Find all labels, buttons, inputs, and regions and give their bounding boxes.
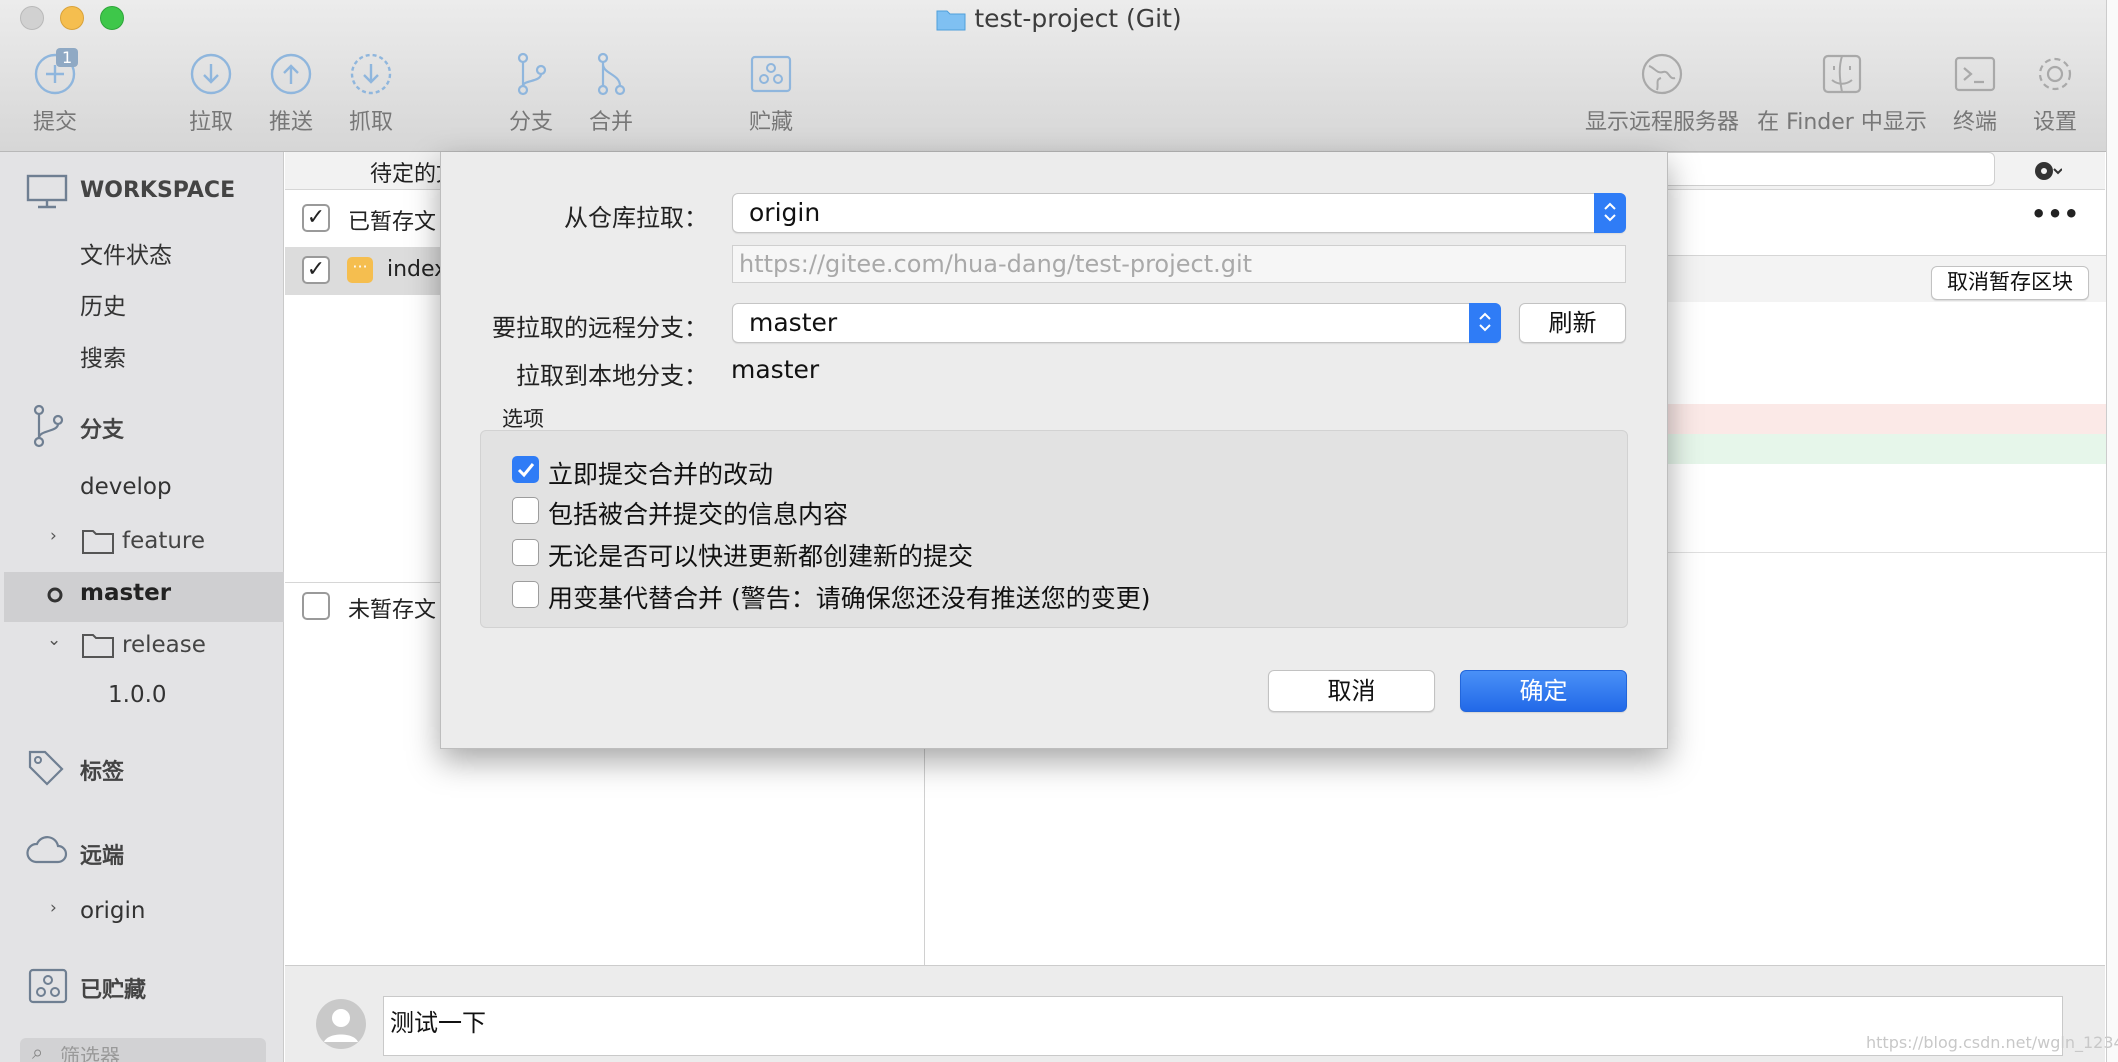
commit-merged-changes-label: 立即提交合并的改动 — [548, 460, 774, 489]
more-menu-icon[interactable]: ••• — [2031, 200, 2080, 228]
folder-icon — [936, 10, 966, 31]
show-remote-label: 显示远程服务器 — [1584, 110, 1739, 135]
ok-button[interactable]: 确定 — [1460, 670, 1627, 712]
gear-menu-icon[interactable] — [2030, 156, 2062, 186]
arrow-down-circle-icon — [190, 53, 232, 95]
stash-toolbar-button[interactable]: 贮藏 — [716, 50, 826, 136]
sidebar-item-file-status[interactable]: 文件状态 — [80, 236, 172, 270]
remote-repo-label: 从仓库拉取： — [564, 204, 708, 232]
commit-message-input[interactable]: 测试一下 — [383, 996, 2063, 1056]
commit-label: 提交 — [32, 110, 77, 135]
chevron-right-icon[interactable]: › — [50, 526, 57, 546]
branch-icon — [33, 404, 64, 448]
sidebar-folder-feature[interactable]: feature — [122, 528, 205, 554]
dashed-arrow-down-circle-icon — [350, 53, 392, 95]
sidebar-remote-origin[interactable]: origin — [80, 898, 146, 924]
settings-toolbar-button[interactable]: 设置 — [2000, 50, 2110, 136]
stash-icon — [750, 55, 792, 93]
rebase-instead-label: 用变基代替合并 (警告：请确保您还没有推送您的变更) — [548, 584, 1151, 613]
remote-repo-select[interactable]: origin — [732, 193, 1626, 233]
fetch-toolbar-button[interactable]: 抓取 — [316, 50, 426, 136]
unstaged-files-checkbox[interactable] — [302, 592, 330, 620]
folder-icon — [82, 530, 114, 554]
local-branch-value: master — [731, 355, 820, 384]
commit-toolbar-button[interactable]: 1 提交 — [0, 48, 110, 136]
always-create-commit-label: 无论是否可以快进更新都创建新的提交 — [548, 542, 974, 571]
merge-icon — [597, 52, 626, 96]
include-merged-messages-label: 包括被合并提交的信息内容 — [548, 500, 849, 529]
show-remote-toolbar-button[interactable]: 显示远程服务器 — [1562, 50, 1762, 136]
gear-icon — [2038, 57, 2072, 91]
watermark: https://blog.csdn.net/wgln_123456 — [1866, 1033, 2118, 1052]
commit-merged-changes-checkbox[interactable] — [512, 456, 539, 483]
stash-icon — [28, 968, 68, 1004]
monitor-icon — [26, 174, 68, 209]
sidebar-branch-release-1-0-0[interactable]: 1.0.0 — [108, 682, 167, 708]
staged-file-name[interactable]: index — [387, 257, 447, 282]
fetch-label: 抓取 — [348, 110, 393, 135]
modified-file-icon: ··· — [347, 257, 373, 283]
finder-icon — [1822, 54, 1862, 94]
search-icon: ⌕ — [32, 1040, 44, 1062]
chevron-down-icon[interactable]: ⌄ — [47, 630, 61, 650]
cancel-button[interactable]: 取消 — [1268, 670, 1435, 712]
folder-icon — [82, 634, 114, 658]
sidebar-item-search[interactable]: 搜索 — [80, 339, 126, 373]
select-stepper-icon — [1469, 303, 1501, 343]
always-create-commit-checkbox[interactable] — [512, 539, 539, 566]
commit-area: 测试一下 — [285, 965, 2105, 1062]
options-title: 选项 — [502, 407, 544, 431]
sidebar-filter-placeholder: 筛选器 — [60, 1044, 120, 1062]
remote-branch-label: 要拉取的远程分支： — [492, 314, 708, 342]
sidebar-folder-release[interactable]: release — [122, 632, 206, 658]
merge-toolbar-button[interactable]: 合并 — [556, 50, 666, 136]
checkmark-icon — [517, 463, 534, 478]
select-stepper-icon — [1594, 193, 1626, 233]
background-window-edge — [2106, 0, 2118, 1062]
arrow-up-circle-icon — [270, 53, 312, 95]
staged-file-checkbox[interactable]: ✓ — [302, 256, 330, 284]
tag-icon — [28, 750, 64, 786]
avatar — [316, 999, 366, 1049]
remote-branch-select[interactable]: master — [732, 303, 1501, 343]
sidebar-item-history[interactable]: 历史 — [80, 287, 126, 321]
commit-count-badge: 1 — [56, 48, 79, 67]
unstaged-files-label: 未暂存文 — [348, 598, 437, 623]
show-in-finder-toolbar-button[interactable]: 在 Finder 中显示 — [1742, 50, 1942, 136]
window-title: test-project (Git) — [0, 4, 2118, 33]
rebase-instead-checkbox[interactable] — [512, 581, 539, 608]
local-branch-label: 拉取到本地分支： — [516, 362, 708, 390]
staged-files-checkbox[interactable]: ✓ — [302, 204, 330, 232]
sidebar-branch-develop[interactable]: develop — [80, 474, 172, 500]
show-in-finder-label: 在 Finder 中显示 — [1757, 110, 1927, 135]
stash-label: 贮藏 — [748, 110, 793, 135]
remote-url-field: https://gitee.com/hua-dang/test-project.… — [732, 245, 1626, 283]
current-branch-indicator-icon — [47, 587, 63, 603]
globe-icon — [1641, 53, 1683, 95]
cloud-icon — [26, 836, 68, 864]
include-merged-messages-checkbox[interactable] — [512, 497, 539, 524]
staged-files-label: 已暂存文 — [348, 210, 437, 235]
settings-label: 设置 — [2032, 110, 2077, 135]
unstage-hunk-button[interactable]: 取消暂存区块 — [1931, 266, 2089, 300]
branch-icon — [517, 52, 547, 96]
chevron-right-icon[interactable]: › — [50, 898, 57, 918]
merge-label: 合并 — [588, 110, 633, 135]
sidebar-filter-field[interactable]: ⌕ 筛选器 — [20, 1038, 266, 1062]
terminal-icon — [1954, 56, 1996, 92]
sidebar-branch-master[interactable]: master — [80, 580, 171, 606]
refresh-button[interactable]: 刷新 — [1519, 303, 1626, 343]
